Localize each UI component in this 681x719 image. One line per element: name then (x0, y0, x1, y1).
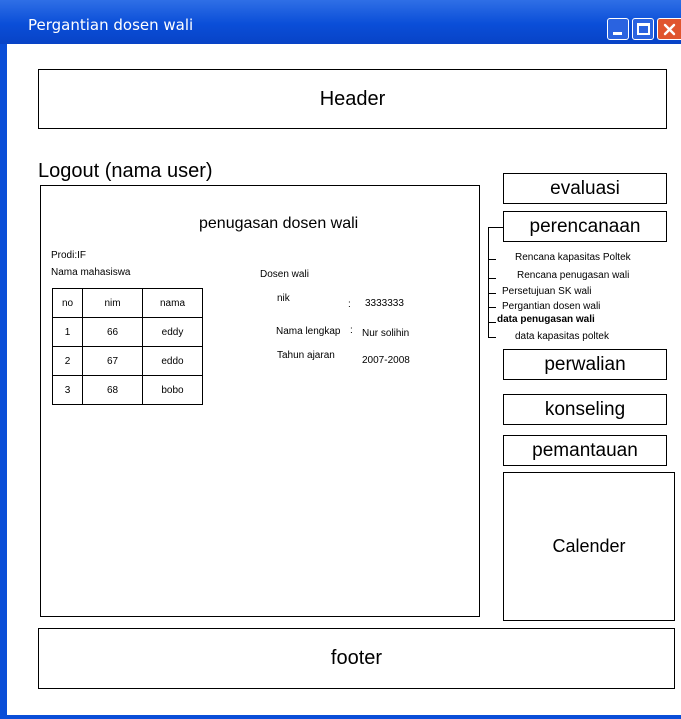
window-title: Pergantian dosen wali (28, 16, 194, 34)
menu-pemantauan[interactable]: pemantauan (503, 435, 667, 466)
menu-perwalian[interactable]: perwalian (503, 349, 667, 380)
submenu-item[interactable]: Persetujuan SK wali (502, 286, 592, 297)
panel-title: penugasan dosen wali (199, 215, 359, 232)
calendar-widget[interactable]: Calender (503, 472, 675, 621)
calendar-label: Calender (552, 536, 626, 556)
minimize-icon (613, 32, 622, 35)
table-cell: 2 (52, 346, 83, 376)
close-button[interactable] (657, 18, 681, 40)
nik-label: nik (277, 293, 290, 304)
nama-lengkap-value: Nur solihin (362, 328, 410, 339)
prodi-row: Prodi:IF (51, 250, 86, 261)
table-cell: eddy (142, 317, 203, 347)
window-frame-left (0, 44, 7, 719)
table-header-cell: nama (142, 288, 203, 318)
footer-region: footer (38, 628, 675, 689)
submenu-tick (488, 259, 496, 260)
table-row[interactable]: 1 66 eddy (52, 317, 203, 347)
close-icon (663, 23, 676, 36)
maximize-button[interactable] (632, 18, 654, 40)
footer-label: footer (330, 647, 383, 669)
nik-separator: : (348, 299, 351, 310)
table-cell: bobo (142, 375, 203, 405)
menu-perencanaan[interactable]: perencanaan (503, 211, 667, 242)
logout-link[interactable]: Logout (nama user) (38, 160, 213, 183)
table-cell: eddo (142, 346, 203, 376)
submenu-item-active[interactable]: data penugasan wali (497, 314, 595, 325)
submenu-tick (488, 278, 496, 279)
menu-evaluasi[interactable]: evaluasi (503, 173, 667, 204)
tahun-ajaran-label: Tahun ajaran (277, 350, 335, 361)
tahun-ajaran-value: 2007-2008 (362, 355, 410, 366)
menu-konseling[interactable]: konseling (503, 394, 667, 425)
nama-lengkap-separator: : (350, 325, 353, 336)
mahasiswa-table: no nim nama 1 66 eddy 2 67 eddo 3 68 bob… (52, 288, 203, 405)
submenu-item[interactable]: Rencana kapasitas Poltek (515, 252, 631, 263)
menu-pemantauan-label: pemantauan (532, 439, 638, 461)
submenu-tick (488, 322, 496, 323)
header-label: Header (319, 87, 386, 110)
menu-perwalian-label: perwalian (544, 353, 626, 375)
nama-mahasiswa-label: Nama mahasiswa (51, 267, 131, 278)
prodi-value: IF (77, 250, 87, 261)
submenu-tick (488, 307, 496, 308)
submenu-item[interactable]: Rencana penugasan wali (517, 270, 629, 281)
table-row[interactable]: 3 68 bobo (52, 375, 203, 405)
table-cell: 66 (82, 317, 143, 347)
submenu-item[interactable]: data kapasitas poltek (515, 331, 609, 342)
table-header-row: no nim nama (52, 288, 203, 318)
window-frame-bottom (0, 715, 681, 719)
submenu-item[interactable]: Pergantian dosen wali (502, 301, 600, 312)
submenu-tick (488, 293, 496, 294)
header-region: Header (38, 69, 667, 129)
maximize-icon (637, 23, 650, 35)
menu-konseling-label: konseling (544, 398, 626, 420)
minimize-button[interactable] (607, 18, 629, 40)
menu-evaluasi-label: evaluasi (550, 177, 620, 199)
table-header-cell: nim (82, 288, 143, 318)
nama-lengkap-label: Nama lengkap (276, 326, 341, 337)
table-row[interactable]: 2 67 eddo (52, 346, 203, 376)
submenu-tick (488, 337, 496, 338)
menu-perencanaan-label: perencanaan (529, 215, 641, 237)
table-header-cell: no (52, 288, 83, 318)
prodi-label: Prodi (51, 250, 75, 261)
table-cell: 3 (52, 375, 83, 405)
dosen-wali-label: Dosen wali (260, 269, 309, 280)
table-cell: 67 (82, 346, 143, 376)
table-cell: 1 (52, 317, 83, 347)
table-cell: 68 (82, 375, 143, 405)
nik-value: 3333333 (365, 298, 404, 309)
